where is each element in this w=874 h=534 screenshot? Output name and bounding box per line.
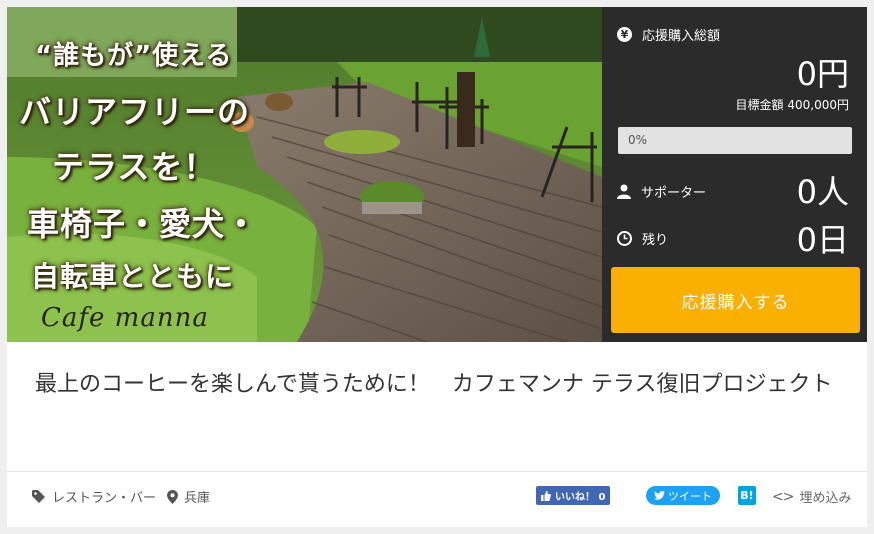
hero-line-4: 車椅子・愛犬・: [27, 205, 259, 243]
project-card: “誰もが”使える バリアフリーの テラスを！ 車椅子・愛犬・ 自転車とともに C…: [7, 7, 867, 527]
total-label: 応援購入総額: [642, 29, 721, 44]
remaining-row: 残り: [617, 229, 668, 248]
total-value: 0円: [796, 55, 849, 93]
progress-bar: 0%: [618, 127, 852, 154]
hero-image[interactable]: “誰もが”使える バリアフリーの テラスを！ 車椅子・愛犬・ 自転車とともに C…: [7, 7, 602, 342]
category-link[interactable]: レストラン・バー: [32, 487, 156, 506]
goal-amount: 目標金額 400,000円: [735, 98, 849, 112]
tag-icon: [32, 490, 45, 503]
remaining-value: 0日: [796, 221, 849, 259]
hero-line-2: バリアフリーの: [19, 93, 251, 131]
clock-icon: [617, 231, 632, 246]
tweet-label: ツイート: [668, 489, 712, 503]
embed-link[interactable]: <> 埋め込み: [772, 487, 852, 507]
location-link[interactable]: 兵庫: [167, 487, 210, 506]
yen-icon: ¥: [617, 27, 632, 42]
facebook-like-button[interactable]: いいね！ 0: [536, 486, 611, 505]
supporters-label: サポーター: [641, 186, 707, 201]
support-purchase-button[interactable]: 応援購入する: [611, 267, 860, 333]
code-icon: <>: [772, 488, 794, 505]
person-icon: [617, 184, 631, 199]
hero-line-3: テラスを！: [52, 148, 217, 186]
total-row: ¥ 応援購入総額: [617, 25, 720, 44]
location-pin-icon: [167, 489, 178, 504]
progress-text: 0%: [628, 133, 648, 147]
category-label: レストラン・バー: [52, 491, 157, 506]
remaining-label: 残り: [642, 233, 669, 248]
hero-line-1: “誰もが”使える: [35, 41, 233, 71]
hatena-bookmark-button[interactable]: B!: [738, 486, 756, 505]
twitter-bird-icon: [654, 491, 665, 500]
hero-line-5: 自転車とともに: [31, 260, 235, 293]
project-title: 最上のコーヒーを楽しんで貰うために！ カフェマンナ テラス復旧プロジェクト: [35, 372, 833, 397]
divider: [7, 471, 867, 472]
funding-panel: ¥ 応援購入総額 0円 目標金額 400,000円 0% サポーター 0人 残り…: [602, 7, 867, 342]
location-label: 兵庫: [184, 491, 211, 506]
facebook-like-label: いいね！ 0: [555, 492, 606, 503]
supporters-row: サポーター: [617, 182, 706, 201]
thumbs-up-icon: [541, 490, 551, 501]
tweet-button[interactable]: ツイート: [646, 486, 720, 505]
supporters-value: 0人: [796, 173, 849, 211]
embed-label: 埋め込み: [799, 491, 852, 506]
brand-logo: Cafe manna: [41, 303, 209, 333]
